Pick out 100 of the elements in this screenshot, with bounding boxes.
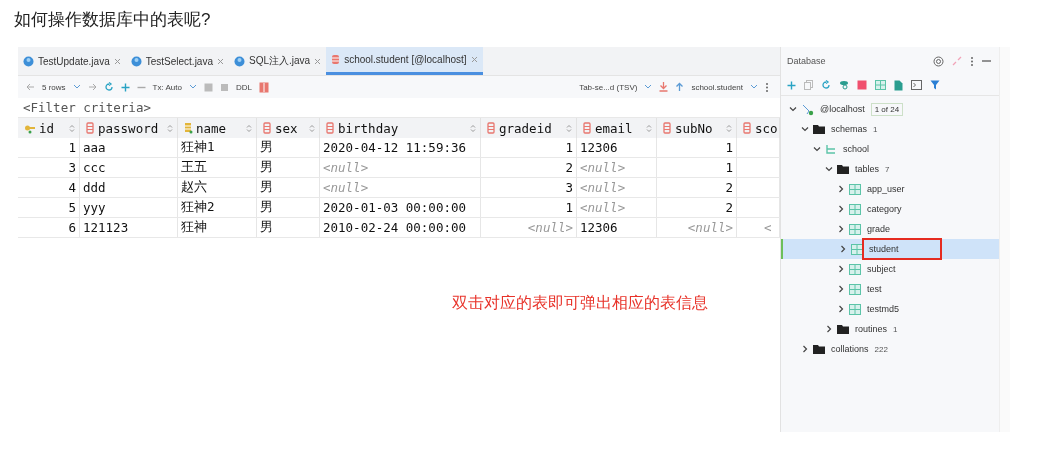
table-cell: <null> [580, 200, 626, 215]
ddl-button[interactable]: DDL [235, 82, 252, 92]
column-header[interactable]: birthday [320, 118, 481, 138]
tree-item[interactable]: school [781, 139, 1000, 159]
table-cell: 121123 [83, 220, 129, 235]
more-icon[interactable] [970, 55, 975, 67]
filter-icon[interactable] [930, 80, 940, 90]
tree-item[interactable]: category [781, 199, 1000, 219]
table-cell: 12306 [580, 220, 618, 235]
chevron-down-icon[interactable] [750, 84, 758, 90]
target-icon[interactable] [933, 55, 945, 67]
copy-icon[interactable] [804, 80, 813, 90]
table-cell: 2020-01-03 00:00:00 [323, 200, 466, 215]
folder-icon [813, 124, 825, 134]
page-size-dropdown[interactable]: 5 rows [42, 82, 66, 92]
chevron-down-icon [813, 145, 821, 153]
table-cell: 1 [68, 140, 76, 155]
sort-icon [69, 123, 75, 133]
target-dropdown[interactable]: school.student [691, 82, 743, 92]
column-header[interactable]: id [18, 118, 80, 138]
java-icon [234, 55, 245, 67]
chevron-down-icon[interactable] [72, 84, 81, 90]
editor-tab[interactable]: SQL注入.java [229, 47, 327, 75]
table-icon[interactable] [875, 80, 886, 90]
table-icon [849, 223, 861, 235]
tree-item[interactable]: testmd5 [781, 299, 1000, 319]
stop-icon[interactable] [219, 82, 229, 92]
index-column-icon [184, 122, 193, 134]
refresh-icon[interactable] [103, 82, 114, 92]
column-header[interactable]: subNo [657, 118, 737, 138]
sort-icon [167, 123, 173, 133]
tree-item[interactable]: tables 7 [781, 159, 1000, 179]
tree-item[interactable]: app_user [781, 179, 1000, 199]
add-icon[interactable] [120, 82, 130, 92]
table-cell: <null> [687, 220, 733, 235]
table-cell: <null> [323, 180, 369, 195]
chevron-down-icon[interactable] [188, 84, 197, 90]
java-icon [23, 55, 34, 67]
back-icon [26, 83, 35, 91]
table-icon [851, 243, 863, 255]
close-icon[interactable] [314, 57, 322, 65]
upload-icon[interactable] [675, 82, 685, 92]
table-cell: 2 [725, 180, 733, 195]
column-header[interactable]: password [80, 118, 178, 138]
chevron-right-icon [837, 305, 845, 313]
file-icon[interactable] [894, 79, 903, 91]
tree-item[interactable]: @localhost 1 of 24 [781, 99, 1000, 119]
close-icon[interactable] [113, 57, 121, 65]
add-icon[interactable] [787, 80, 796, 90]
editor-tab[interactable]: TestSelect.java [125, 47, 229, 75]
column-header[interactable]: gradeid [481, 118, 577, 138]
schema-search-icon[interactable] [839, 80, 849, 90]
collapse-icon[interactable] [952, 56, 963, 66]
table-cell: 3 [565, 180, 573, 195]
column-icon [743, 122, 752, 134]
server-icon [801, 102, 814, 116]
tree-item[interactable]: grade [781, 219, 1000, 239]
editor-tab[interactable]: school.student [@localhost] [326, 47, 483, 75]
refresh-icon[interactable] [821, 80, 831, 90]
forward-icon [87, 83, 97, 91]
column-icon [583, 122, 592, 134]
transaction-dropdown[interactable]: Tx: Auto [152, 82, 182, 92]
table-cell: 5 [68, 200, 76, 215]
console-icon[interactable] [911, 80, 922, 90]
tree-item[interactable]: collations 222 [781, 339, 1000, 359]
compare-icon[interactable] [258, 81, 269, 93]
chevron-down-icon [825, 165, 833, 173]
format-dropdown[interactable]: Tab-se...d (TSV) [579, 82, 638, 92]
tree-item[interactable]: test [781, 279, 1000, 299]
save-icon[interactable] [203, 82, 213, 92]
folder-icon [837, 324, 849, 334]
more-icon[interactable] [765, 81, 769, 93]
chevron-down-icon [789, 105, 797, 113]
table-cell: <null> [527, 220, 573, 235]
table-cell: 2020-04-12 11:59:36 [323, 140, 466, 155]
stop-icon[interactable] [857, 80, 867, 90]
column-icon [326, 122, 335, 134]
chevron-down-icon[interactable] [644, 84, 653, 90]
column-header[interactable]: sex [257, 118, 320, 138]
table-cell: ddd [83, 180, 106, 195]
java-icon [130, 55, 142, 67]
table-cell: aaa [83, 140, 106, 155]
tree-item[interactable]: schemas 1 [781, 119, 1000, 139]
table-cell: 6 [68, 220, 76, 235]
tree-item[interactable]: subject [781, 259, 1000, 279]
tree-item[interactable]: student [781, 239, 1000, 259]
table-cell: 王五 [181, 159, 207, 176]
folder-icon [837, 164, 849, 174]
download-icon[interactable] [659, 82, 669, 92]
column-icon [263, 122, 272, 134]
column-header[interactable]: name [178, 118, 257, 138]
minimize-icon[interactable] [982, 59, 992, 63]
sort-icon [309, 123, 315, 133]
column-icon [663, 122, 672, 134]
close-icon[interactable] [470, 56, 478, 63]
filter-field[interactable]: <Filter criteria> [23, 100, 713, 115]
close-icon[interactable] [217, 57, 224, 65]
editor-tab[interactable]: TestUpdate.java [18, 47, 126, 75]
tree-item[interactable]: routines 1 [781, 319, 1000, 339]
column-header[interactable]: email [577, 118, 657, 138]
